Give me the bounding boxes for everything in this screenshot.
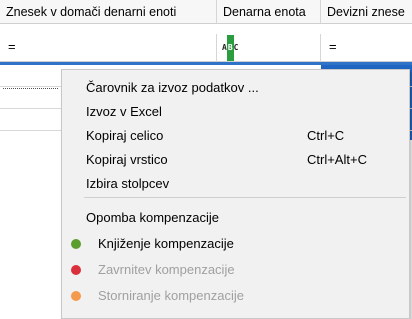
equals-operator: = [329, 39, 337, 54]
red-dot-icon [71, 265, 81, 275]
column-header-currency[interactable]: Denarna enota [217, 0, 321, 24]
menu-item-label: Zavrnitev kompenzacije [98, 262, 235, 277]
filter-cell-foreign-amount[interactable]: = [321, 34, 412, 62]
menu-item-label: Izbira stolpcev [86, 176, 170, 191]
filter-cell-domestic-amount[interactable]: = [0, 34, 217, 62]
menu-item-label: Izvoz v Excel [86, 104, 162, 119]
menu-item-label: Opomba kompenzacije [86, 210, 219, 225]
menu-item-shortcut: Ctrl+Alt+C [307, 152, 367, 167]
menu-item-label: Knjiženje kompenzacije [98, 236, 234, 251]
menu-item-label: Čarovnik za izvoz podatkov ... [86, 80, 259, 95]
menu-separator [84, 197, 406, 198]
menu-item-label: Storniranje kompenzacije [98, 288, 244, 303]
column-header-domestic-amount[interactable]: Znesek v domači denarni enoti [0, 0, 217, 24]
menu-item-copy-cell[interactable]: Kopiraj celico Ctrl+C [62, 124, 409, 148]
menu-item-export-excel[interactable]: Izvoz v Excel [62, 100, 409, 124]
text-filter-icon: ABC [222, 34, 238, 61]
equals-operator: = [8, 39, 16, 54]
green-dot-icon [71, 239, 81, 249]
orange-dot-icon [71, 291, 81, 301]
filter-cell-currency[interactable]: ABC [217, 34, 321, 62]
focus-outline [3, 88, 58, 89]
menu-item-cancel-compensation: Storniranje kompenzacije [62, 284, 409, 308]
menu-item-choose-columns[interactable]: Izbira stolpcev [62, 172, 409, 196]
menu-item-label: Kopiraj celico [86, 128, 164, 143]
menu-item-reject-compensation: Zavrnitev kompenzacije [62, 258, 409, 282]
context-menu: Čarovnik za izvoz podatkov ... Izvoz v E… [61, 69, 410, 319]
menu-item-post-compensation[interactable]: Knjiženje kompenzacije [62, 232, 409, 256]
menu-item-label: Kopiraj vrstico [86, 152, 168, 167]
menu-item-compensation-note[interactable]: Opomba kompenzacije [62, 206, 409, 230]
menu-item-copy-row[interactable]: Kopiraj vrstico Ctrl+Alt+C [62, 148, 409, 172]
menu-item-export-wizard[interactable]: Čarovnik za izvoz podatkov ... [62, 76, 409, 100]
menu-item-shortcut: Ctrl+C [307, 128, 345, 143]
column-header-foreign-amount[interactable]: Devizni znese [321, 0, 412, 24]
